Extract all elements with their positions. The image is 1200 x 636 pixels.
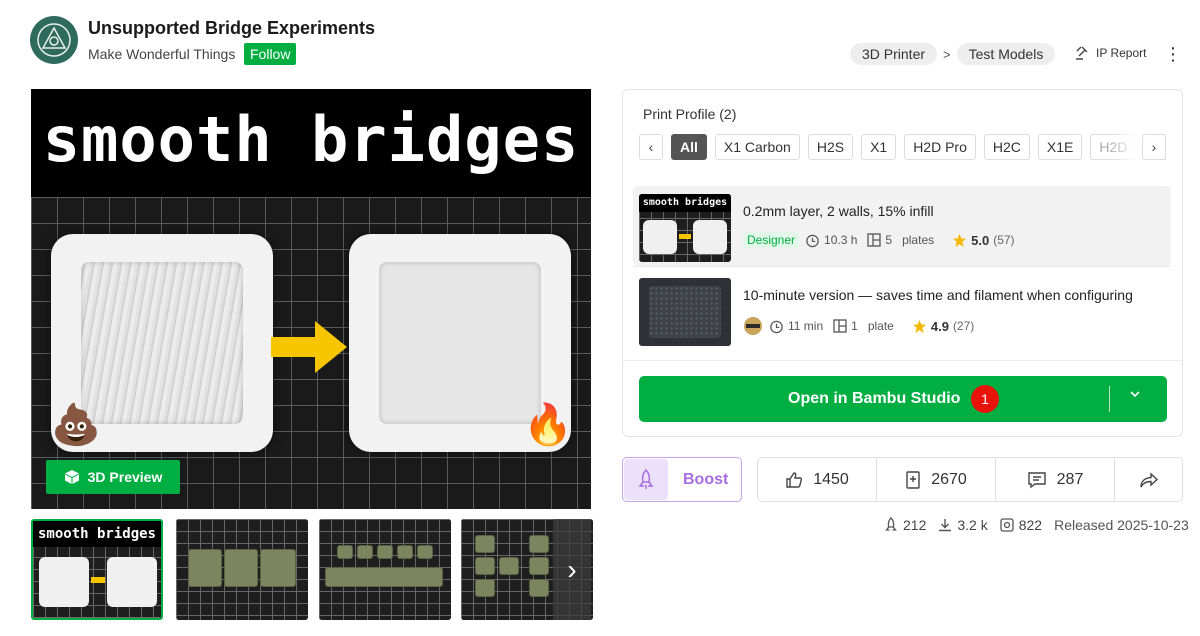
like-count: 1450: [813, 470, 849, 488]
star-icon: [912, 319, 926, 333]
cube-icon: [64, 470, 79, 484]
print-time-1: 10.3 h: [824, 233, 858, 247]
share-button[interactable]: [1115, 458, 1182, 501]
profile-meta-2: 11 min 1 plate 4.9 (27): [743, 316, 978, 336]
profile-item-2[interactable]: 10-minute version — saves time and filam…: [633, 270, 1171, 350]
profile-name-1: 0.2mm layer, 2 walls, 15% infill: [743, 203, 934, 219]
comment-button[interactable]: 287: [996, 458, 1115, 501]
print-profile-title: Print Profile (2): [643, 106, 737, 122]
chips-next-icon[interactable]: ›: [1142, 134, 1166, 160]
3d-preview-label: 3D Preview: [87, 469, 163, 485]
hero-overlay-text: smooth bridges: [42, 103, 580, 176]
chip-x1-carbon[interactable]: X1 Carbon: [714, 134, 800, 160]
thumbnail-strip: smooth bridges ›: [31, 519, 593, 620]
profile-divider: [633, 266, 1171, 267]
rating-value-2: 4.9: [930, 318, 949, 334]
clock-icon: [770, 320, 783, 333]
printer-filter-chips: ‹ All X1 Carbon H2S X1 H2D Pro H2C X1E H…: [639, 134, 1166, 160]
engagement-bar: 1450 2670 287: [757, 457, 1183, 502]
model-title: Unsupported Bridge Experiments: [88, 18, 376, 38]
thumbnail-overlay-text: smooth bridges: [33, 521, 161, 547]
logo-icon: [37, 23, 71, 57]
release-date: Released 2025-10-23: [1054, 517, 1189, 533]
author-avatar[interactable]: [30, 16, 78, 64]
main-image[interactable]: smooth bridges 💩 🔥 3D Preview: [31, 89, 591, 509]
profile-thumbnail-1: smooth bridges: [639, 194, 731, 262]
profile-name-2: 10-minute version — saves time and filam…: [743, 287, 1133, 303]
model-stats-footer: 212 3.2 k 822 Released 2025-10-23: [884, 517, 1189, 533]
ip-report-label: IP Report: [1096, 46, 1147, 60]
plate-icon: [833, 319, 847, 333]
more-options-icon[interactable]: ⋮: [1164, 44, 1182, 64]
fire-emoji-icon: 🔥: [523, 403, 573, 447]
thumbnail-next-icon[interactable]: ›: [553, 519, 591, 620]
arrow-icon: [271, 321, 347, 373]
rating-value-1: 5.0: [971, 232, 990, 248]
chip-h2s[interactable]: H2S: [807, 134, 854, 160]
open-button-label: Open in Bambu Studio: [788, 390, 961, 407]
chevron-down-icon[interactable]: [1129, 388, 1141, 400]
chips-prev-icon[interactable]: ‹: [639, 134, 663, 160]
3d-preview-button[interactable]: 3D Preview: [46, 460, 180, 494]
view-icon: [1000, 518, 1014, 532]
user-avatar-icon: [744, 317, 762, 335]
thumbnail-1[interactable]: smooth bridges: [31, 519, 163, 620]
like-button[interactable]: 1450: [758, 458, 877, 501]
print-time-2: 11 min: [788, 319, 824, 333]
comment-count: 287: [1056, 470, 1084, 488]
view-count: 822: [1018, 517, 1043, 533]
clock-icon: [806, 234, 819, 247]
star-icon: [953, 233, 967, 247]
chip-x1e[interactable]: X1E: [1037, 134, 1083, 160]
breadcrumb-3d-printer[interactable]: 3D Printer: [850, 43, 938, 65]
print-count-icon: [885, 517, 897, 531]
rating-count-1: (57): [993, 233, 1015, 247]
profile-thumb-text: smooth bridges: [639, 194, 731, 212]
collect-button[interactable]: 2670: [877, 458, 996, 501]
open-in-bambu-studio-button[interactable]: Open in Bambu Studio 1: [639, 376, 1167, 422]
bookmark-icon: [906, 470, 920, 489]
breadcrumb-test-models[interactable]: Test Models: [956, 43, 1056, 65]
print-count: 212: [903, 517, 927, 533]
profile-item-1[interactable]: smooth bridges 0.2mm layer, 2 walls, 15%…: [633, 186, 1171, 266]
follow-button[interactable]: Follow: [244, 43, 297, 65]
boost-button[interactable]: Boost: [622, 457, 742, 502]
collect-count: 2670: [931, 470, 967, 488]
download-count: 3.2 k: [957, 517, 988, 533]
profile-thumbnail-2: [639, 278, 731, 346]
plate-count-2: 1: [851, 319, 858, 333]
boost-label: Boost: [683, 471, 729, 488]
plate-icon: [867, 233, 882, 247]
designer-badge: Designer: [743, 232, 800, 248]
hero-banner: smooth bridges: [31, 89, 591, 197]
print-profile-card: Print Profile (2) ‹ All X1 Carbon H2S X1…: [622, 89, 1183, 437]
author-name[interactable]: Make Wonderful Things: [88, 46, 235, 62]
chip-h2d-pro[interactable]: H2D Pro: [904, 134, 976, 160]
download-icon: [939, 519, 952, 532]
ip-report-link[interactable]: IP Report: [1074, 45, 1146, 61]
rocket-icon: [638, 468, 654, 489]
breadcrumb-separator: >: [943, 46, 951, 62]
poop-emoji-icon: 💩: [51, 403, 101, 447]
gavel-icon: [1076, 46, 1088, 60]
thumbnail-3[interactable]: [319, 519, 451, 620]
breadcrumb: 3D Printer > Test Models: [850, 43, 1056, 65]
plate-label-1: plates: [902, 233, 935, 247]
share-icon: [1139, 471, 1158, 487]
profile-meta-1: Designer 10.3 h 5 plates 5.0 (57): [743, 232, 1019, 248]
plate-label-2: plate: [867, 319, 894, 333]
rating-count-2: (27): [952, 319, 975, 333]
plate-count-1: 5: [885, 233, 893, 247]
chip-all[interactable]: All: [671, 134, 707, 160]
thumbnail-2[interactable]: [176, 519, 308, 620]
thumbs-up-icon: [786, 471, 803, 488]
chip-x1[interactable]: X1: [861, 134, 897, 160]
chip-h2c[interactable]: H2C: [983, 134, 1030, 160]
comment-icon: [1027, 471, 1046, 488]
open-button-badge: 1: [971, 385, 999, 413]
